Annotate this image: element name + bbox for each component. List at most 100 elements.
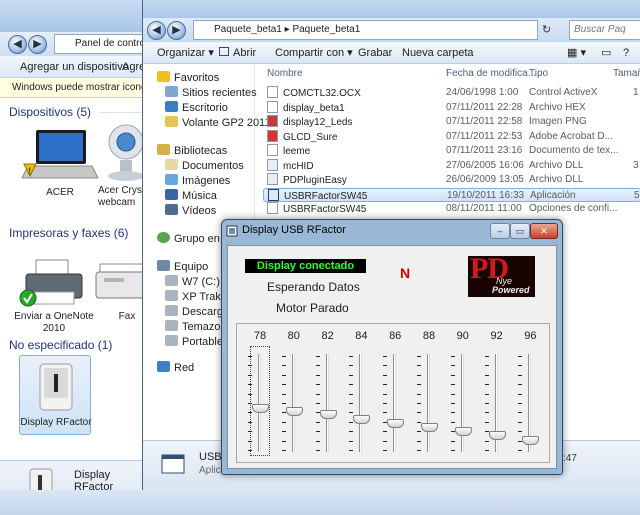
slider-thumb[interactable]	[488, 431, 506, 441]
nav-network[interactable]: Red	[157, 360, 194, 376]
slider-track[interactable]	[393, 354, 397, 452]
file-row[interactable]: leeme 07/11/2011 23:16 Documento de tex...	[263, 144, 640, 159]
forward-arrow-icon[interactable]: ▶	[167, 21, 186, 40]
file-row[interactable]: COMCTL32.OCX 24/06/1998 1:00 Control Activ…	[263, 86, 640, 101]
new-folder-button[interactable]: Nueva carpeta	[402, 42, 474, 64]
refresh-icon[interactable]: ↻	[542, 23, 551, 36]
slider-tick	[383, 365, 388, 367]
column-header-name[interactable]: Nombre	[267, 68, 303, 79]
slider-tick	[315, 384, 320, 386]
breadcrumb-part[interactable]: Paquete_beta1	[292, 24, 360, 35]
slider-tick	[518, 393, 523, 395]
slider-tick	[518, 450, 523, 451]
nav-videos[interactable]: Vídeos	[165, 203, 216, 219]
add-device-button[interactable]: Agregar un dispositivo	[20, 56, 129, 78]
device-acer[interactable]: ! ACER	[20, 126, 100, 198]
slider-tick	[417, 365, 421, 367]
details-file-time: :47	[563, 453, 577, 464]
nav-images[interactable]: Imágenes	[165, 173, 230, 189]
slider-thumb[interactable]	[522, 435, 540, 445]
device-onenote-printer[interactable]: Enviar a OneNote 2010	[14, 258, 94, 334]
column-header-size[interactable]: Tamañ	[613, 68, 640, 79]
config-file-icon	[267, 202, 278, 214]
slider-thumb[interactable]	[353, 414, 371, 424]
slider-tick	[315, 440, 320, 442]
explorer-command-bar: Organizar ▾ Abrir Compartir con ▾ Grabar…	[143, 42, 640, 64]
slider-tick	[417, 384, 421, 386]
file-row[interactable]: display_beta1 07/11/2011 22:28 Archivo HEX	[263, 100, 640, 116]
nav-desktop[interactable]: Escritorio	[165, 100, 228, 116]
nav-recent-places[interactable]: Sitios recientes	[165, 85, 257, 101]
slider-thumb[interactable]	[285, 406, 303, 416]
slider-tick	[349, 440, 354, 442]
view-options-icon[interactable]: ▦ ▾	[567, 42, 586, 64]
group-devices-heading[interactable]: Dispositivos (5)	[9, 105, 91, 119]
slider-tick	[281, 374, 286, 376]
file-row[interactable]: PDPluginEasy 26/06/2009 13:05 Archivo DLL	[263, 173, 640, 188]
slider-track[interactable]	[291, 354, 295, 452]
slider-track[interactable]	[258, 354, 261, 452]
slider-tick	[248, 421, 252, 423]
share-with-button[interactable]: Compartir con ▾	[275, 42, 353, 64]
explorer-breadcrumb[interactable]: Paquete_beta1 ▸ Paquete_beta1	[193, 20, 538, 40]
file-row[interactable]: display12_Leds 07/11/2011 22:58 Imagen PNG	[263, 115, 640, 130]
slider-track[interactable]	[460, 354, 464, 452]
group-printers-heading[interactable]: Impresoras y faxes (6)	[9, 226, 128, 240]
nav-music[interactable]: Música	[165, 188, 217, 204]
slider-track[interactable]	[325, 354, 329, 452]
file-row[interactable]: USBRFactorSW45 08/11/2011 11:00 Opciones d…	[263, 202, 640, 217]
slider-tick	[383, 384, 388, 386]
slider-thumb[interactable]	[319, 410, 337, 420]
column-header-date[interactable]: Fecha de modifica...	[446, 68, 536, 79]
burn-button[interactable]: Grabar	[358, 42, 392, 64]
slider-tick	[349, 374, 354, 376]
forward-arrow-icon[interactable]: ▶	[28, 35, 47, 54]
slider-tick	[417, 421, 421, 423]
file-row-selected[interactable]: USBRFactorSW45 19/10/2011 16:33 Aplicación…	[263, 187, 640, 202]
organize-button[interactable]: Organizar ▾	[157, 42, 214, 64]
documents-icon	[165, 159, 178, 170]
data-status-label: Esperando Datos	[267, 280, 360, 294]
nav-libraries[interactable]: Bibliotecas	[157, 143, 227, 159]
slider-track[interactable]	[359, 354, 363, 452]
file-row[interactable]: mcHID 27/06/2005 16:06 Archivo DLL 3	[263, 158, 640, 174]
devices-address-input[interactable]: Panel de control	[54, 34, 150, 54]
rfactor-client-area: Display conectado N Esperando Datos Moto…	[227, 245, 557, 469]
slider-tick	[349, 450, 354, 451]
file-row[interactable]: GLCD_Sure 07/11/2011 22:53 Adobe Acrobat D…	[263, 129, 640, 145]
slider-thumb[interactable]	[421, 422, 438, 432]
folder-icon	[165, 116, 178, 127]
explorer-search-input[interactable]: Buscar Paq	[569, 20, 640, 40]
slider-tick	[450, 403, 455, 404]
nav-documents[interactable]: Documentos	[165, 158, 244, 174]
slider-tick	[450, 374, 455, 376]
open-button[interactable]: Abrir	[219, 42, 256, 64]
laptop-icon: !	[21, 130, 99, 179]
slider-tick	[349, 403, 354, 404]
slider-tick	[349, 356, 354, 357]
maximize-icon[interactable]: ▭	[510, 223, 530, 239]
slider-thumb[interactable]	[387, 419, 405, 429]
computer-icon	[157, 260, 170, 271]
slider-tick	[248, 440, 252, 442]
minimize-icon[interactable]: –	[490, 223, 510, 239]
back-arrow-icon[interactable]: ◀	[8, 35, 27, 54]
group-unspecified-heading[interactable]: No especificado (1)	[9, 338, 112, 352]
help-icon[interactable]: ?	[623, 42, 629, 64]
breadcrumb-part[interactable]: Paquete_beta1	[214, 24, 282, 35]
slider-thumb[interactable]	[454, 427, 472, 437]
device-display-rfactor[interactable]: Display RFactor	[19, 355, 92, 435]
devices-info-bar[interactable]: Windows puede mostrar iconos de	[0, 78, 150, 98]
close-icon[interactable]: ✕	[530, 223, 558, 239]
slider-thumb[interactable]	[252, 404, 269, 414]
nav-volante[interactable]: Volante GP2 2011	[165, 115, 270, 131]
nav-favorites[interactable]: Favoritos	[157, 70, 219, 86]
slider-track[interactable]	[427, 354, 430, 452]
slider-tick	[417, 450, 421, 451]
videos-icon	[165, 204, 178, 215]
preview-pane-icon[interactable]: ▭	[601, 42, 611, 64]
back-arrow-icon[interactable]: ◀	[147, 21, 166, 40]
nav-drive-c[interactable]: W7 (C:)	[165, 274, 220, 290]
nav-computer[interactable]: Equipo	[157, 259, 208, 275]
column-header-type[interactable]: Tipo	[529, 68, 548, 79]
